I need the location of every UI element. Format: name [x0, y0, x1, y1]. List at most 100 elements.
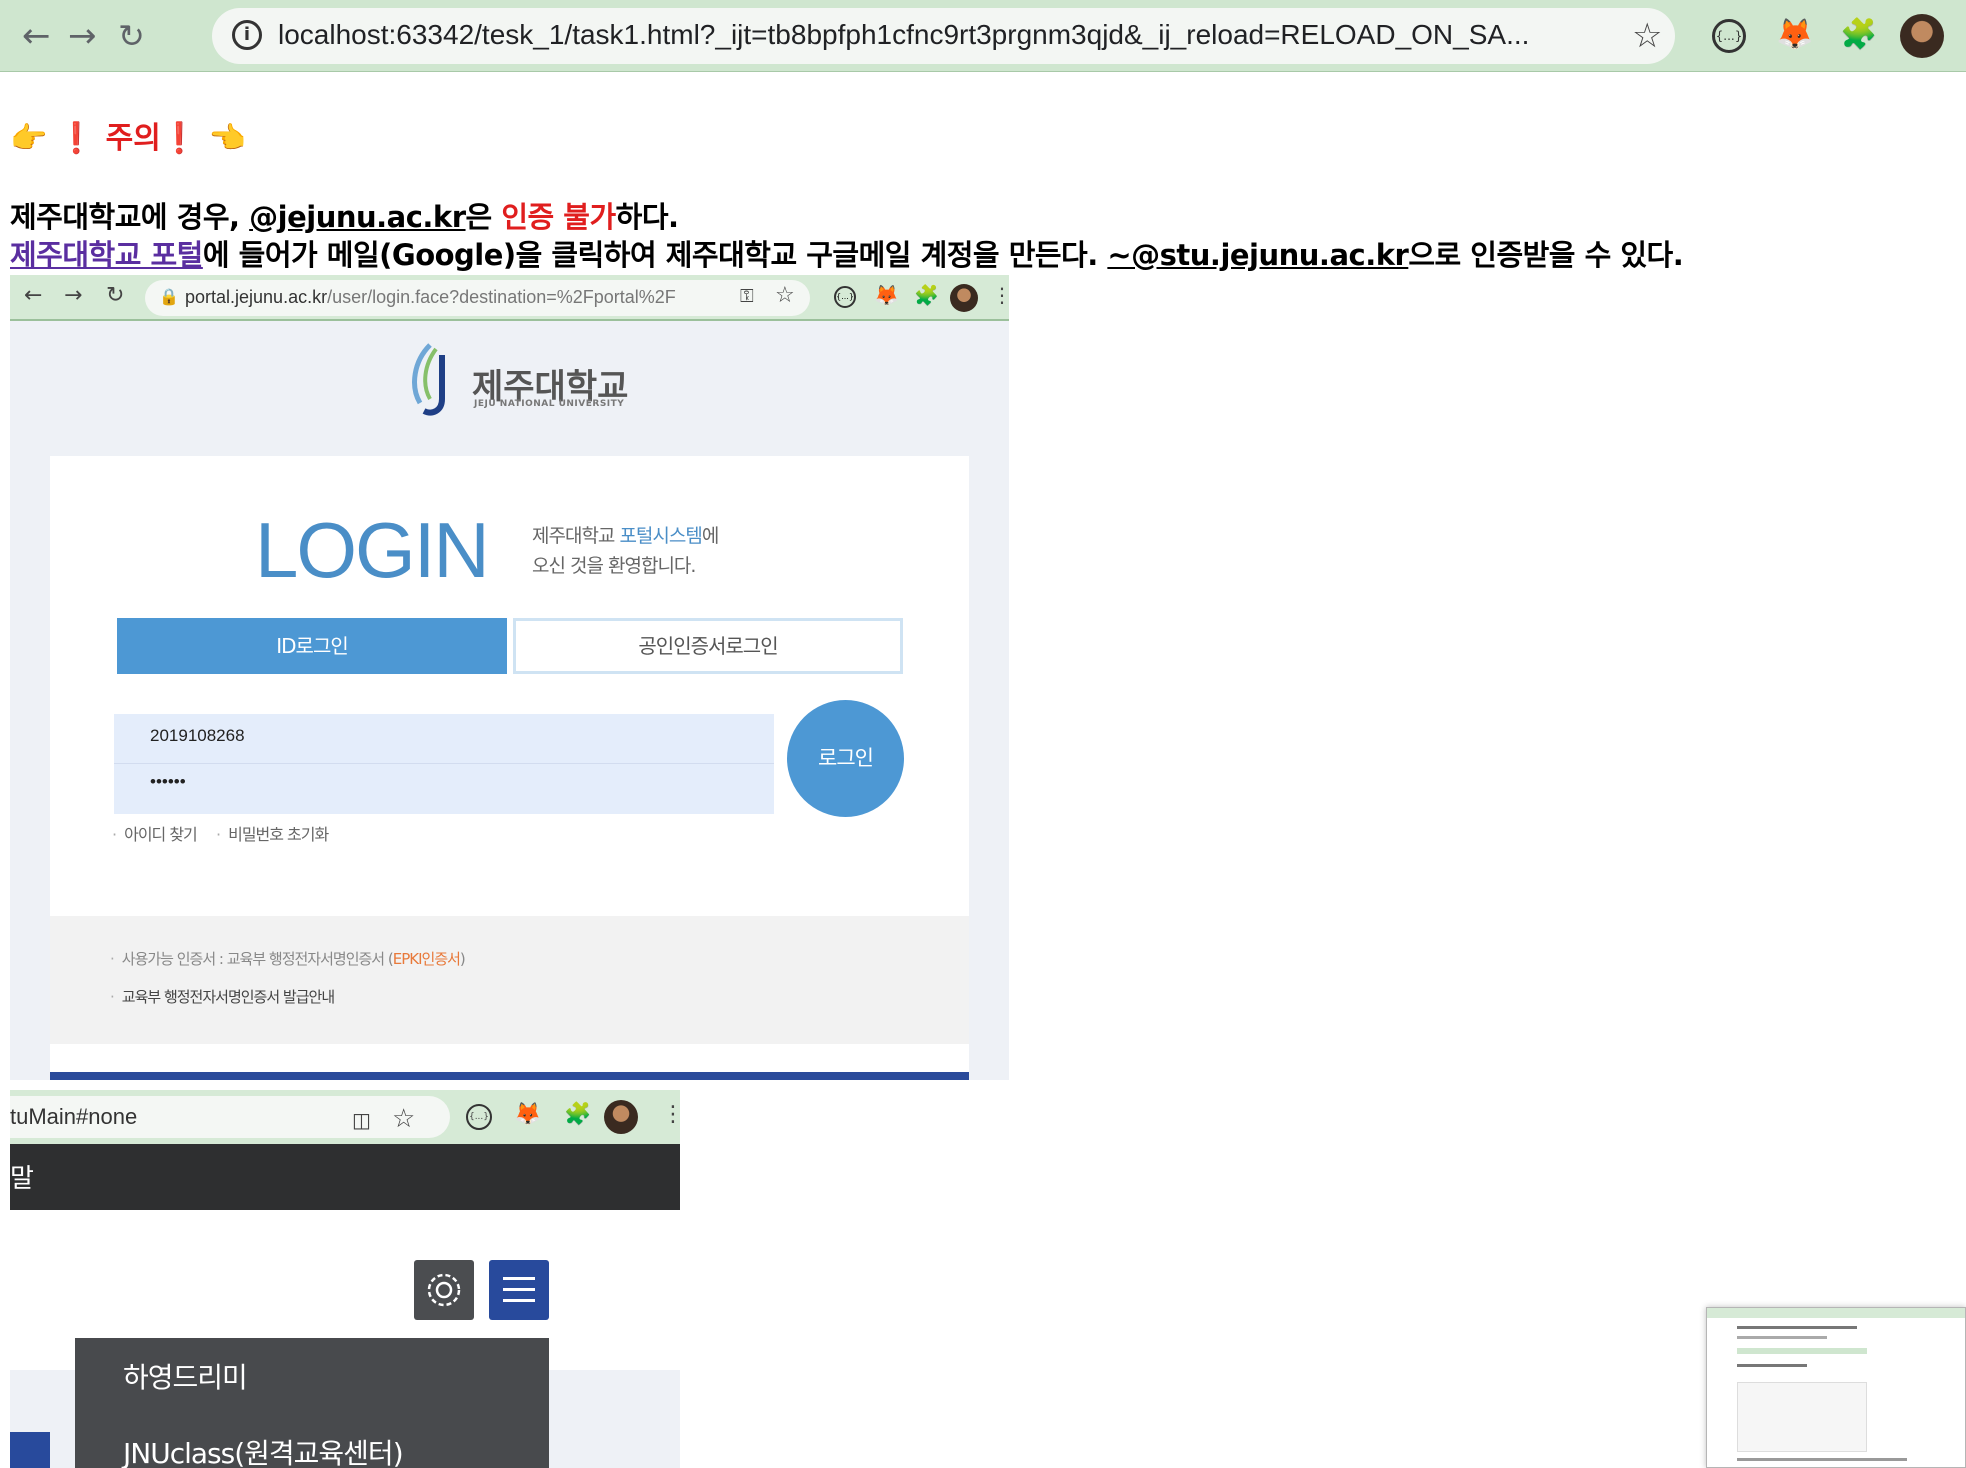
epki-text: EPKI인증서 [392, 950, 461, 968]
profile-avatar [950, 284, 978, 312]
portal-menu-screenshot: tuMain#none ◫ ☆ {...} 🦊 🧩 ⋮ 말 하영드리미 JNUc… [10, 1090, 680, 1468]
notice-text: 에 들어가 메일(Google)을 클릭하여 제주대학교 구글메일 계정을 만든… [202, 238, 1108, 272]
back-arrow-icon: ← [24, 283, 43, 308]
bookmark-star-icon[interactable]: ☆ [1632, 16, 1662, 56]
notice-text: 으로 인증받을 수 있다. [1408, 238, 1684, 272]
profile-avatar [604, 1100, 638, 1134]
hamburger-line [503, 1299, 535, 1302]
metamask-fox-icon[interactable]: 🦊 [1776, 16, 1813, 54]
panel-footer [50, 1044, 969, 1072]
dropdown-menu: 하영드리미 JNUclass(원격교육센터) [75, 1338, 549, 1468]
thumbnail-text-line [1737, 1326, 1857, 1329]
extensions-puzzle-icon: 🧩 [914, 283, 939, 307]
address-bar[interactable]: i localhost:63342/tesk_1/task1.html?_ijt… [212, 8, 1675, 64]
screenshot-thumbnail-preview[interactable] [1706, 1307, 1966, 1468]
bullet: · [112, 825, 117, 844]
notice-text: 제주대학교에 경우, [10, 200, 250, 234]
url-host: portal.jejunu.ac.kr [185, 287, 328, 307]
certificate-info-1: · 사용가능 인증서 : 교육부 행정전자서명인증서 (EPKI인증서) [110, 948, 466, 969]
jeju-portal-link[interactable]: 제주대학교 포털 [10, 238, 203, 272]
popup-blocked-icon: ◫ [352, 1108, 371, 1132]
university-name-en: JEJU NATIONAL UNIVERSITY [474, 399, 625, 409]
tab-id-login: ID로그인 [117, 618, 507, 674]
thumbnail-text-line [1737, 1336, 1827, 1339]
find-id-link: · 아이디 찾기 [112, 821, 198, 845]
settings-button [414, 1260, 474, 1320]
json-viewer-extension-icon: {...} [466, 1104, 492, 1130]
thumbnail-text-line [1737, 1364, 1807, 1367]
welcome-text: 에 [701, 525, 720, 547]
screenshot-address-bar: 🔒 portal.jejunu.ac.kr/user/login.face?de… [145, 280, 810, 316]
bookmark-star-icon: ☆ [392, 1104, 416, 1134]
dark-header-bar [10, 1144, 680, 1210]
metamask-fox-icon: 🦊 [874, 283, 899, 307]
footer-bar [50, 1072, 969, 1080]
menu-item-jnuclass: JNUclass(원격교육센터) [123, 1437, 404, 1468]
reload-icon: ↻ [106, 283, 125, 308]
hamburger-line [503, 1277, 535, 1280]
reload-icon[interactable]: ↻ [118, 18, 145, 54]
welcome-line-2: 오신 것을 환영합니다. [532, 555, 696, 577]
url-path: /user/login.face?destination=%2Fportal%2… [327, 287, 676, 307]
certificate-info-area [50, 916, 969, 1044]
notice-line-1: 제주대학교에 경우, @jejunu.ac.kr은 인증 불가하다. [10, 194, 679, 236]
browser-toolbar: ← → ↻ i localhost:63342/tesk_1/task1.htm… [0, 0, 1966, 72]
reset-password-link: · 비밀번호 초기화 [216, 821, 329, 845]
screenshot-browser-toolbar: tuMain#none ◫ ☆ {...} 🦊 🧩 ⋮ [10, 1090, 680, 1144]
thumbnail-toolbar [1707, 1308, 1965, 1318]
warning-heading: 👉 ❗ 주의❗ 👈 [10, 121, 246, 156]
hamburger-line [503, 1288, 535, 1291]
jejunu-domain: @jejunu.ac.kr [249, 200, 466, 234]
credentials-box: 2019108268 •••••• [114, 714, 774, 814]
notice-text: 은 [465, 200, 502, 234]
tab-certificate-login: 공인인증서로그인 [513, 618, 903, 674]
header-text-fragment: 말 [10, 1164, 34, 1194]
password-field: •••••• [150, 772, 186, 791]
thumbnail-form [1737, 1382, 1867, 1452]
notice-line-2: 제주대학교 포털에 들어가 메일(Google)을 클릭하여 제주대학교 구글메… [10, 232, 1684, 274]
portal-login-screenshot: ← → ↻ 🔒 portal.jejunu.ac.kr/user/login.f… [10, 275, 1009, 1080]
jeju-university-logo-icon [412, 343, 445, 416]
bullet: · [216, 825, 221, 844]
extensions-puzzle-icon[interactable]: 🧩 [1840, 16, 1877, 54]
screenshot-url: portal.jejunu.ac.kr/user/login.face?dest… [185, 287, 676, 308]
info-text: 교육부 행정전자서명인증서 발급안내 [121, 988, 335, 1006]
screenshot-url: tuMain#none [10, 1104, 138, 1129]
profile-avatar[interactable] [1900, 14, 1944, 58]
gear-icon [427, 1273, 461, 1307]
address-url[interactable]: localhost:63342/tesk_1/task1.html?_ijt=t… [278, 19, 1529, 51]
forward-arrow-icon: → [64, 283, 83, 308]
divider [114, 763, 774, 764]
lock-icon: 🔒 [159, 287, 179, 306]
welcome-text: 제주대학교 [532, 525, 620, 547]
extensions-puzzle-icon: 🧩 [564, 1102, 592, 1127]
back-arrow-icon[interactable]: ← [22, 18, 51, 54]
metamask-fox-icon: 🦊 [514, 1102, 542, 1127]
stu-jejunu-domain: ~@stu.jejunu.ac.kr [1107, 238, 1409, 272]
bullet: · [110, 950, 115, 968]
username-field: 2019108268 [150, 726, 245, 745]
screenshot-address-bar: tuMain#none ◫ ☆ [10, 1096, 450, 1138]
login-title: LOGIN [255, 506, 490, 594]
thumbnail-text-line [1737, 1348, 1867, 1354]
json-viewer-extension-icon: {...} [834, 286, 856, 308]
menu-item-hayeong-dreamy: 하영드리미 [123, 1361, 248, 1394]
thumbnail-text-line [1737, 1458, 1907, 1461]
portal-system-text: 포털시스템 [619, 525, 702, 547]
site-info-icon[interactable]: i [232, 20, 262, 50]
blue-block [10, 1432, 50, 1468]
bookmark-star-icon: ☆ [775, 283, 795, 308]
info-text: 사용가능 인증서 : 교육부 행정전자서명인증서 ( [121, 950, 394, 968]
welcome-line-1: 제주대학교 포털시스템에 [532, 521, 720, 548]
bullet: · [110, 988, 115, 1006]
find-id-label: 아이디 찾기 [124, 825, 198, 844]
screenshot-browser-toolbar: ← → ↻ 🔒 portal.jejunu.ac.kr/user/login.f… [10, 275, 1009, 321]
forward-arrow-icon[interactable]: → [68, 18, 97, 54]
reset-password-label: 비밀번호 초기화 [228, 825, 329, 844]
kebab-menu-icon: ⋮ [662, 1102, 680, 1127]
not-allowed-text: 인증 불가 [501, 200, 616, 234]
json-viewer-extension-icon[interactable]: {...} [1712, 19, 1746, 53]
login-panel [50, 456, 969, 916]
kebab-menu-icon: ⋮ [992, 283, 1009, 307]
info-text: ) [459, 950, 466, 968]
